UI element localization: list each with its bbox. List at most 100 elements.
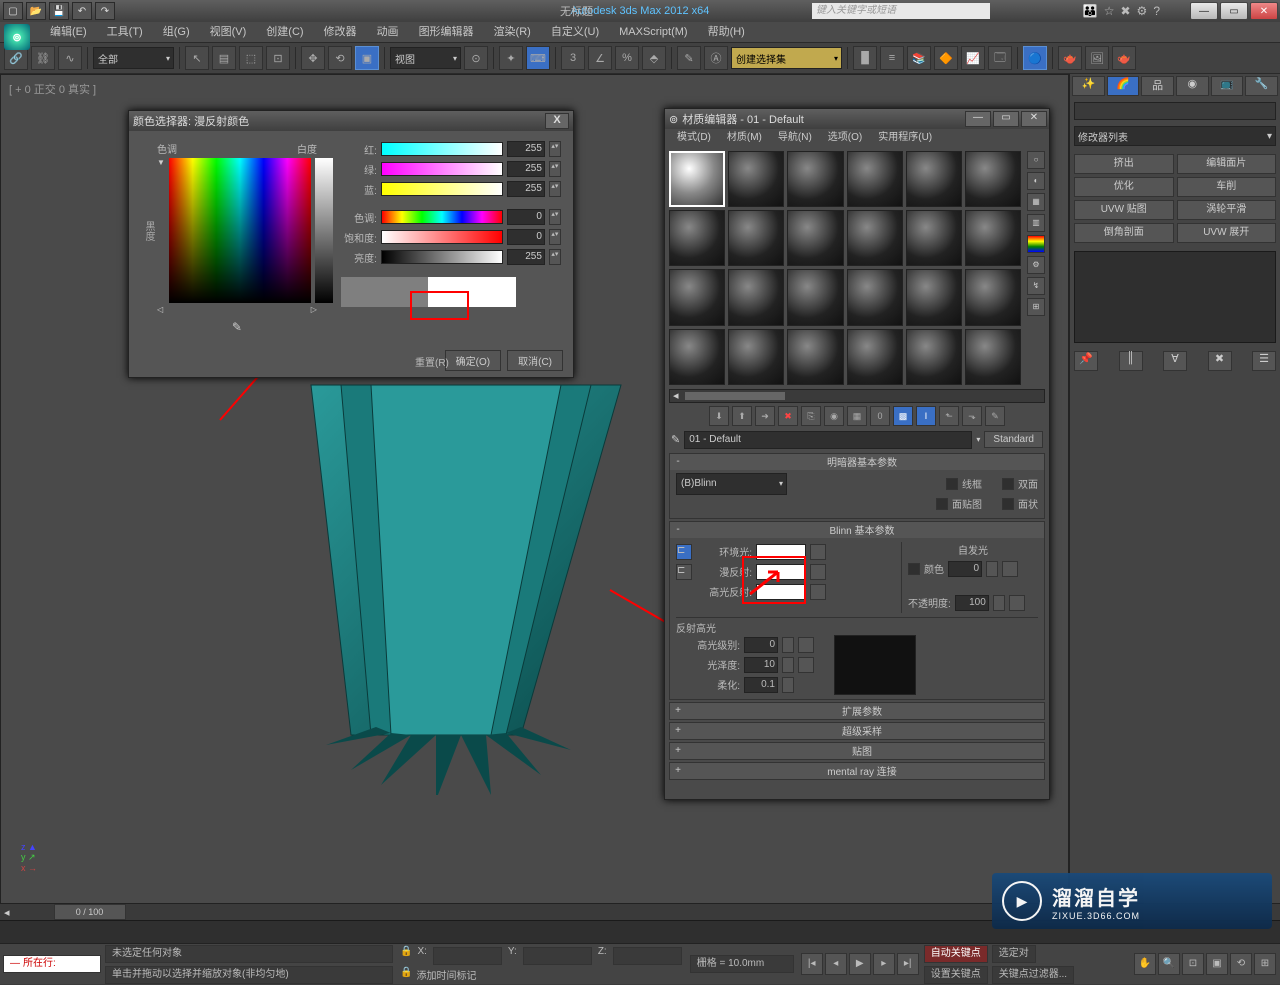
- select-icon[interactable]: ↯: [1027, 277, 1045, 295]
- center-icon[interactable]: ⊙: [464, 46, 488, 70]
- nav-zoomext-icon[interactable]: ⊡: [1182, 953, 1204, 975]
- close-button[interactable]: ✕: [1250, 2, 1278, 20]
- material-slot[interactable]: [728, 329, 784, 385]
- material-slot[interactable]: [787, 210, 843, 266]
- faceted-check[interactable]: [1002, 498, 1014, 510]
- selection-filter[interactable]: 全部: [93, 47, 174, 69]
- mat-menu-material[interactable]: 材质(M): [719, 129, 770, 147]
- angle-snap-icon[interactable]: ∠: [588, 46, 612, 70]
- extended-rollout[interactable]: +扩展参数: [670, 703, 1044, 719]
- material-slot[interactable]: [965, 151, 1021, 207]
- undo-icon[interactable]: ↶: [72, 2, 92, 20]
- help-search[interactable]: 键入关键字或短语: [812, 3, 990, 19]
- coord-x[interactable]: [433, 947, 502, 965]
- material-slot[interactable]: [669, 329, 725, 385]
- util-icon[interactable]: ✖: [1120, 4, 1130, 18]
- material-slot[interactable]: [847, 210, 903, 266]
- play-icon[interactable]: ▶: [849, 953, 871, 975]
- scale-icon[interactable]: ▣: [355, 46, 379, 70]
- tab-modify[interactable]: 🌈: [1107, 76, 1140, 96]
- modifier-list[interactable]: 修改器列表▾: [1074, 126, 1276, 146]
- mat-menu-util[interactable]: 实用程序(U): [870, 129, 940, 147]
- stack-unique-icon[interactable]: ∀: [1163, 351, 1187, 371]
- backlight-icon[interactable]: ◐: [1027, 172, 1045, 190]
- material-slot[interactable]: [906, 151, 962, 207]
- autokey-button[interactable]: 自动关键点: [924, 945, 988, 963]
- stack-config-icon[interactable]: ☰: [1252, 351, 1276, 371]
- percent-snap-icon[interactable]: %: [615, 46, 639, 70]
- rect-select-icon[interactable]: ⬚: [239, 46, 263, 70]
- bg-icon[interactable]: ▦: [1027, 193, 1045, 211]
- menu-rendering[interactable]: 渲染(R): [484, 22, 541, 42]
- tab-utilities[interactable]: 🔧: [1245, 76, 1278, 96]
- shader-rollout-header[interactable]: -明暗器基本参数: [670, 454, 1044, 470]
- prev-frame-icon[interactable]: ◂: [825, 953, 847, 975]
- minimize-button[interactable]: —: [1190, 2, 1218, 20]
- facemap-check[interactable]: [936, 498, 948, 510]
- assign-icon[interactable]: ➜: [755, 406, 775, 426]
- open-icon[interactable]: 📂: [26, 2, 46, 20]
- manip-icon[interactable]: ✦: [499, 46, 523, 70]
- go-parent-icon[interactable]: ⬑: [939, 406, 959, 426]
- material-slot[interactable]: [847, 151, 903, 207]
- show-end-icon[interactable]: Ⅰ: [916, 406, 936, 426]
- mod-editpatch[interactable]: 编辑面片: [1177, 154, 1277, 174]
- mod-lathe[interactable]: 车削: [1177, 177, 1277, 197]
- curve-editor-icon[interactable]: 📈: [961, 46, 985, 70]
- supersample-rollout[interactable]: +超级采样: [670, 723, 1044, 739]
- maps-rollout[interactable]: +贴图: [670, 743, 1044, 759]
- ambient-map[interactable]: [810, 544, 826, 560]
- goto-start-icon[interactable]: |◂: [801, 953, 823, 975]
- save-icon[interactable]: 💾: [49, 2, 69, 20]
- select-icon[interactable]: ↖: [185, 46, 209, 70]
- unlink-icon[interactable]: ⛓: [31, 46, 55, 70]
- coord-z[interactable]: [613, 947, 682, 965]
- tab-motion[interactable]: ◉: [1176, 76, 1209, 96]
- lock-diffuse-icon[interactable]: ⊏: [676, 564, 692, 580]
- go-forward-icon[interactable]: ⬎: [962, 406, 982, 426]
- cancel-button[interactable]: 取消(C): [507, 350, 563, 371]
- make-unique-icon[interactable]: ◉: [824, 406, 844, 426]
- nav-fov-icon[interactable]: ▣: [1206, 953, 1228, 975]
- menu-grapheditors[interactable]: 图形编辑器: [409, 22, 484, 42]
- diffuse-map[interactable]: [810, 564, 826, 580]
- mod-turbosmooth[interactable]: 涡轮平滑: [1177, 200, 1277, 220]
- value-slider[interactable]: [315, 158, 333, 303]
- reset-button[interactable]: 重置(R): [415, 354, 449, 369]
- material-slot[interactable]: [787, 151, 843, 207]
- material-slot[interactable]: [965, 329, 1021, 385]
- render-frame-icon[interactable]: 🖼: [1085, 46, 1109, 70]
- specular-map[interactable]: [810, 584, 826, 600]
- nav-zoom-icon[interactable]: 🔍: [1158, 953, 1180, 975]
- material-slot[interactable]: [787, 269, 843, 325]
- selected-set[interactable]: 选定对: [992, 945, 1036, 963]
- keyfilter-button[interactable]: 关键点过滤器...: [992, 966, 1074, 984]
- goto-end-icon[interactable]: ▸|: [897, 953, 919, 975]
- nav-orbit-icon[interactable]: ⟲: [1230, 953, 1252, 975]
- material-slot[interactable]: [728, 151, 784, 207]
- app-icon[interactable]: ⊚: [4, 24, 30, 50]
- material-slot[interactable]: [965, 210, 1021, 266]
- material-slot[interactable]: [728, 269, 784, 325]
- nav-pan-icon[interactable]: ✋: [1134, 953, 1156, 975]
- select-name-icon[interactable]: ▤: [212, 46, 236, 70]
- material-slot[interactable]: [669, 210, 725, 266]
- keyboard-icon[interactable]: ⌨: [526, 46, 550, 70]
- render-icon[interactable]: 🫖: [1112, 46, 1136, 70]
- mod-unwrap[interactable]: UVW 展开: [1177, 223, 1277, 243]
- basic-rollout-header[interactable]: -Blinn 基本参数: [670, 522, 1044, 538]
- eyedropper-icon[interactable]: ✎: [671, 433, 680, 446]
- mirror-icon[interactable]: ▐▌: [853, 46, 877, 70]
- material-name-field[interactable]: 01 - Default: [684, 431, 972, 449]
- setkey-button[interactable]: 设置关键点: [924, 966, 988, 984]
- gloss-value[interactable]: 10: [744, 657, 778, 673]
- material-slot[interactable]: [906, 210, 962, 266]
- mat-menu-nav[interactable]: 导航(N): [770, 129, 820, 147]
- named-sel-icon[interactable]: Ⓐ: [704, 46, 728, 70]
- mat-min[interactable]: —: [965, 111, 991, 127]
- spinner-snap-icon[interactable]: ⬘: [642, 46, 666, 70]
- tab-display[interactable]: 📺: [1211, 76, 1244, 96]
- menu-animation[interactable]: 动画: [367, 22, 409, 42]
- val-value[interactable]: 255: [507, 249, 545, 265]
- selfillum-value[interactable]: 0: [948, 561, 982, 577]
